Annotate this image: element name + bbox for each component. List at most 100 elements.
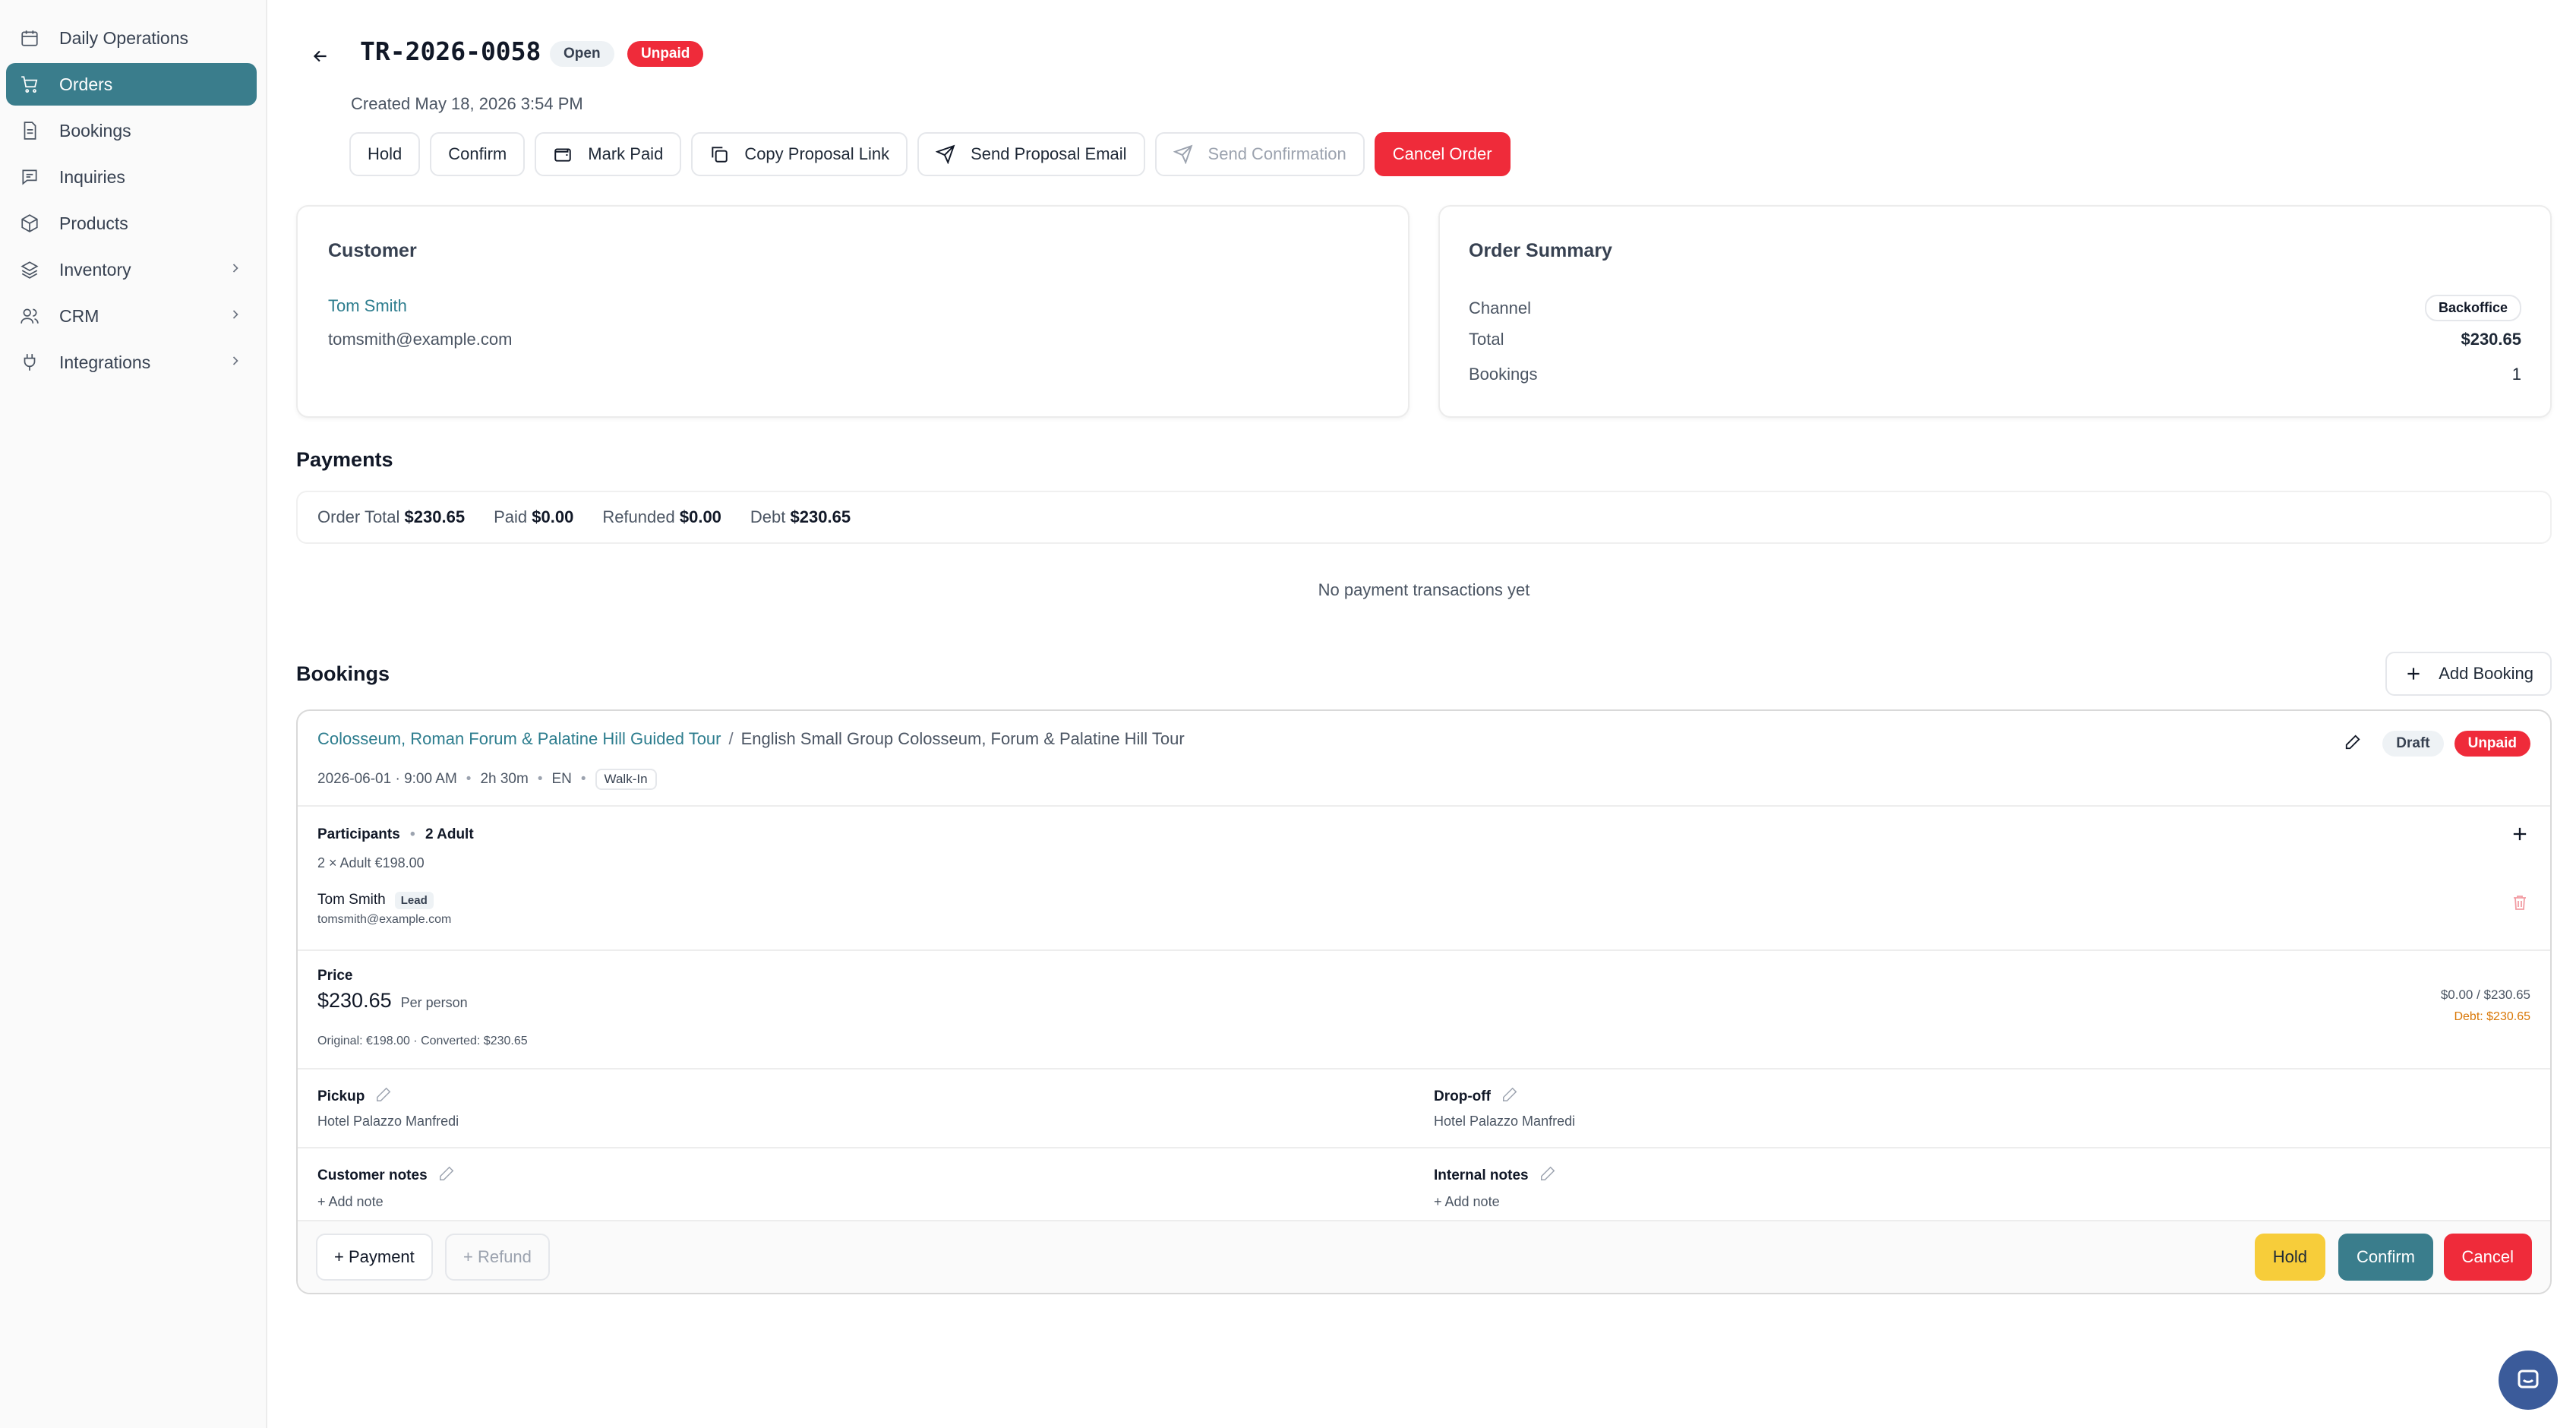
sidebar-item-daily-operations[interactable]: Daily Operations (6, 17, 257, 59)
add-internal-note-link[interactable]: + Add note (1434, 1194, 1500, 1210)
sidebar-item-inventory[interactable]: Inventory (6, 248, 257, 291)
sidebar-item-label: Inventory (59, 259, 131, 280)
mark-paid-button[interactable]: Mark Paid (535, 132, 682, 176)
sidebar-item-bookings[interactable]: Bookings (6, 109, 257, 152)
message-icon (20, 166, 46, 188)
participants-line: 2 × Adult €198.00 (317, 855, 425, 870)
add-customer-note-link[interactable]: + Add note (317, 1194, 384, 1210)
sidebar-item-label: Inquiries (59, 166, 125, 187)
created-timestamp: Created May 18, 2026 3:54 PM (351, 94, 583, 113)
booking-duration: 2h 30m (480, 771, 529, 787)
customer-notes-header: Customer notes (317, 1165, 455, 1186)
tour-link[interactable]: Colosseum, Roman Forum & Palatine Hill G… (317, 729, 721, 748)
add-booking-label: Add Booking (2439, 664, 2533, 683)
sidebar-item-orders[interactable]: Orders (6, 63, 257, 106)
customer-card-title: Customer (328, 240, 417, 261)
document-icon (20, 119, 46, 142)
sidebar-item-label: Integrations (59, 352, 151, 372)
lead-participant: Tom Smith Lead (317, 892, 434, 909)
layers-icon (20, 258, 46, 281)
send-icon (1173, 144, 1192, 164)
sidebar-item-label: Orders (59, 74, 113, 94)
total-label: Total (1469, 330, 1504, 349)
booking-card: Colosseum, Roman Forum & Palatine Hill G… (296, 709, 2552, 1294)
divider (298, 805, 2550, 807)
order-summary-title: Order Summary (1469, 240, 1612, 261)
add-payment-button[interactable]: + Payment (316, 1234, 433, 1281)
bookings-label: Bookings (1469, 365, 1538, 384)
source-badge: Walk-In (595, 769, 657, 790)
sidebar-item-crm[interactable]: CRM (6, 295, 257, 337)
divider (298, 949, 2550, 951)
calendar-icon (20, 27, 46, 49)
price-value: $230.65 (317, 989, 392, 1012)
edit-customer-notes-icon[interactable] (438, 1165, 455, 1186)
meta-separator: • (537, 771, 543, 787)
confirm-button[interactable]: Confirm (430, 132, 526, 176)
plug-icon (20, 351, 46, 374)
delete-participant-button[interactable] (2511, 893, 2529, 915)
channel-label: Channel (1469, 298, 1531, 318)
customer-name-link[interactable]: Tom Smith (328, 296, 407, 316)
hold-button[interactable]: Hold (349, 132, 421, 176)
sidebar: Daily Operations Orders Bookings Inquiri… (0, 0, 267, 1428)
cancel-order-button[interactable]: Cancel Order (1374, 132, 1511, 176)
chevron-right-icon (228, 260, 243, 280)
lead-badge: Lead (394, 892, 434, 909)
support-chat-button[interactable] (2499, 1351, 2558, 1410)
send-icon (936, 144, 955, 164)
bookings-count: 1 (2511, 365, 2521, 384)
channel-badge: Backoffice (2424, 295, 2521, 321)
customer-email: tomsmith@example.com (328, 330, 513, 349)
dropoff-value: Hotel Palazzo Manfredi (1434, 1114, 1576, 1129)
edit-pickup-icon[interactable] (375, 1086, 392, 1107)
plus-icon (2407, 668, 2420, 680)
divider (298, 1068, 2550, 1069)
edit-internal-notes-icon[interactable] (1539, 1165, 1556, 1186)
price-block: $230.65 Per person (317, 989, 468, 1013)
pickup-header: Pickup (317, 1086, 392, 1107)
edit-dropoff-icon[interactable] (1501, 1086, 1518, 1107)
summary-row-channel: Channel Backoffice (1469, 295, 2521, 321)
copy-proposal-link-button[interactable]: Copy Proposal Link (691, 132, 908, 176)
copy-icon (712, 147, 728, 163)
payment-order-total: Order Total $230.65 (317, 507, 466, 526)
payment-status-badge: Unpaid (627, 41, 704, 67)
payments-title: Payments (296, 448, 393, 471)
sidebar-item-label: Daily Operations (59, 27, 189, 48)
plus-icon (2513, 827, 2527, 841)
payment-paid: Paid $0.00 (494, 507, 574, 526)
users-icon (20, 305, 46, 327)
booking-status-area: Draft Unpaid (2344, 731, 2530, 757)
sidebar-item-integrations[interactable]: Integrations (6, 341, 257, 384)
customer-card: Customer Tom Smith tomsmith@example.com (296, 205, 1410, 418)
chevron-right-icon (228, 352, 243, 373)
booking-cancel-button[interactable]: Cancel (2443, 1234, 2532, 1281)
breadcrumb-separator: / (728, 729, 734, 748)
booking-datetime: 2026-06-01 · 9:00 AM (317, 771, 457, 787)
internal-notes-header: Internal notes (1434, 1165, 1556, 1186)
add-booking-button[interactable]: Add Booking (2385, 652, 2552, 696)
booking-confirm-button[interactable]: Confirm (2338, 1234, 2433, 1281)
order-actions: Hold Confirm Mark Paid Copy Proposal Lin… (349, 132, 1511, 176)
booking-meta: 2026-06-01 · 9:00 AM • 2h 30m • EN • Wal… (317, 769, 657, 790)
send-confirmation-button[interactable]: Send Confirmation (1154, 132, 1365, 176)
booking-header: Colosseum, Roman Forum & Palatine Hill G… (317, 729, 1185, 749)
back-button[interactable] (305, 41, 336, 71)
payment-debt: Debt $230.65 (750, 507, 851, 526)
page-title: TR-2026-0058 (360, 36, 541, 66)
chevron-right-icon (228, 306, 243, 327)
booking-hold-button[interactable]: Hold (2254, 1234, 2325, 1281)
meta-separator: • (580, 771, 586, 787)
sidebar-item-inquiries[interactable]: Inquiries (6, 156, 257, 198)
edit-booking-icon[interactable] (2344, 734, 2361, 754)
trash-icon (2514, 896, 2526, 910)
debt-amount: Debt: $230.65 (2454, 1010, 2530, 1023)
add-participant-button[interactable] (2509, 823, 2530, 848)
dropoff-header: Drop-off (1434, 1086, 1518, 1107)
package-icon (20, 212, 46, 235)
sidebar-item-products[interactable]: Products (6, 202, 257, 245)
divider (298, 1147, 2550, 1148)
add-refund-button[interactable]: + Refund (445, 1234, 550, 1281)
send-proposal-email-button[interactable]: Send Proposal Email (917, 132, 1145, 176)
